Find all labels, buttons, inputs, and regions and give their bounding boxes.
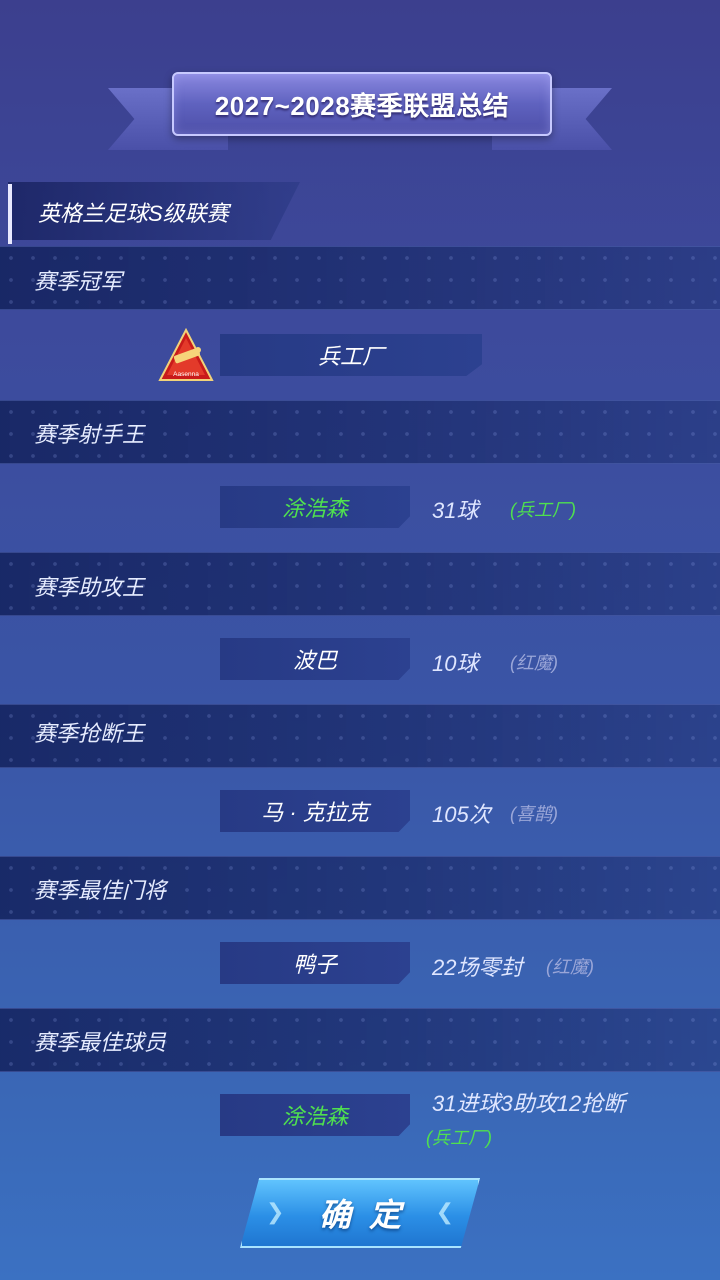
top-scorer-player: 涂浩森 (281, 496, 348, 521)
interceptions-team: (喜鹊) (510, 804, 558, 824)
top-scorer-plate: 涂浩森 (220, 486, 410, 528)
interceptions-stat: 105次 (432, 802, 491, 827)
goalkeeper-team: (红魔) (546, 957, 594, 977)
crest-text: Aasenna (173, 371, 199, 378)
best-player-team: (兵工厂) (426, 1128, 492, 1148)
section-label-best-player: 赛季最佳球员 (34, 1030, 167, 1055)
assists-player: 波巴 (292, 648, 337, 673)
best-player-stat: 31进球3助攻12抢断 (432, 1091, 626, 1116)
interceptions-plate: 马 · 克拉克 (220, 790, 410, 832)
confirm-button-label: 确定 (318, 1197, 419, 1233)
champion-plate: 兵工厂 (220, 334, 482, 376)
section-label-top-scorer: 赛季射手王 (34, 422, 145, 447)
assists-team: (红魔) (510, 653, 558, 673)
league-name: 英格兰足球S级联赛 (38, 201, 229, 226)
champion-team-name: 兵工厂 (317, 344, 384, 369)
goalkeeper-plate: 鸭子 (220, 942, 410, 984)
page-title: 2027~2028赛季联盟总结 (214, 90, 510, 121)
arsenal-crest-icon: Aasenna (158, 328, 214, 381)
section-label-goalkeeper: 赛季最佳门将 (34, 878, 167, 903)
section-label-interceptions: 赛季抢断王 (34, 721, 145, 746)
confirm-button[interactable]: ❯ 确定 ❮ (240, 1178, 480, 1248)
league-tab-accent (8, 184, 12, 244)
best-player-plate: 涂浩森 (220, 1094, 410, 1136)
assists-stat: 10球 (432, 651, 479, 676)
top-scorer-team: (兵工厂) (510, 500, 576, 520)
chevron-right-icon: ❮ (435, 1200, 454, 1225)
section-label-champion: 赛季冠军 (34, 269, 123, 294)
interceptions-player: 马 · 克拉克 (261, 800, 369, 825)
goalkeeper-player: 鸭子 (292, 952, 337, 977)
goalkeeper-stat: 22场零封 (432, 955, 523, 980)
section-label-assists: 赛季助攻王 (34, 575, 145, 600)
title-banner: 2027~2028赛季联盟总结 (172, 72, 552, 136)
chevron-left-icon: ❯ (266, 1200, 285, 1225)
assists-plate: 波巴 (220, 638, 410, 680)
best-player-name: 涂浩森 (281, 1104, 348, 1129)
top-scorer-stat: 31球 (432, 498, 479, 523)
